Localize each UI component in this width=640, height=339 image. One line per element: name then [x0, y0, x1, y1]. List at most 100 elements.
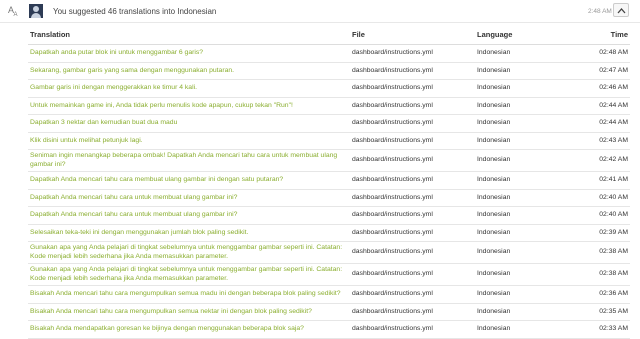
file-cell: dashboard/instructions.yml	[350, 114, 475, 133]
table-header-row: Translation File Language Time	[28, 28, 630, 45]
translation-link[interactable]: Gunakan apa yang Anda pelajari di tingka…	[30, 244, 342, 260]
translation-cell: Dapatkah anda putar blok ini untuk mengg…	[28, 44, 350, 63]
file-cell: dashboard/instructions.yml	[350, 44, 475, 63]
time-cell: 02:38 AM	[565, 241, 630, 264]
translation-cell: Selesaikan teka-teki ini dengan mengguna…	[28, 224, 350, 242]
translation-cell: Untuk memainkan game ini, Anda tidak per…	[28, 97, 350, 115]
translation-link[interactable]: Sekarang, gambar garis yang sama dengan …	[30, 67, 234, 74]
translation-cell: Bisakah Anda mendapatkan goresan ke biji…	[28, 320, 350, 339]
collapse-button[interactable]	[613, 3, 629, 17]
language-cell: Indonesian	[475, 189, 565, 207]
file-cell: dashboard/instructions.yml	[350, 189, 475, 207]
time-cell: 02:42 AM	[565, 149, 630, 172]
chevron-up-icon	[617, 8, 626, 14]
translations-table: Translation File Language Time Dapatkah …	[28, 28, 630, 339]
time-cell: 02:43 AM	[565, 132, 630, 150]
language-cell: Indonesian	[475, 171, 565, 190]
translation-link[interactable]: Seniman ingin menangkap beberapa ombak! …	[30, 152, 337, 168]
table-row: Gambar garis ini dengan menggerakkan ke …	[28, 79, 630, 98]
language-cell: Indonesian	[475, 132, 565, 150]
translation-cell: Dapatkah Anda mencari tahu cara untuk me…	[28, 189, 350, 207]
language-cell: Indonesian	[475, 285, 565, 304]
translation-cell: Klik disini untuk melihat petunjuk lagi.	[28, 132, 350, 150]
table-row: Sekarang, gambar garis yang sama dengan …	[28, 62, 630, 80]
column-header-file: File	[350, 28, 475, 45]
time-cell: 02:35 AM	[565, 303, 630, 321]
translation-link[interactable]: Gunakan apa yang Anda pelajari di tingka…	[30, 266, 342, 282]
translation-link[interactable]: Dapatkah Anda mencari tahu cara untuk me…	[30, 194, 237, 201]
language-cell: Indonesian	[475, 97, 565, 115]
translation-link[interactable]: Bisakah Anda mencari tahu cara mengumpul…	[30, 308, 312, 315]
column-header-time: Time	[565, 28, 630, 45]
table-row: Bisakah Anda mencari tahu cara mengumpul…	[28, 303, 630, 321]
activity-header: AA You suggested 46 translations into In…	[0, 0, 640, 22]
time-cell: 02:40 AM	[565, 206, 630, 225]
time-cell: 02:40 AM	[565, 189, 630, 207]
file-cell: dashboard/instructions.yml	[350, 62, 475, 80]
table-row: Bisakah Anda mencari tahu cara mengumpul…	[28, 285, 630, 304]
time-cell: 02:36 AM	[565, 285, 630, 304]
translation-cell: Bisakah Anda mencari tahu cara mengumpul…	[28, 285, 350, 304]
translation-link[interactable]: Dapatkah Anda mencari tahu cara untuk me…	[30, 211, 237, 218]
table-row: Dapatkan 3 nektar dan kemudian buat dua …	[28, 114, 630, 133]
table-row: Dapatkah Anda mencari tahu cara untuk me…	[28, 189, 630, 207]
time-cell: 02:44 AM	[565, 114, 630, 133]
file-cell: dashboard/instructions.yml	[350, 132, 475, 150]
translation-link[interactable]: Bisakah Anda mencari tahu cara mengumpul…	[30, 290, 341, 297]
translation-cell: Bisakah Anda mencari tahu cara mengumpul…	[28, 303, 350, 321]
table-row: Gunakan apa yang Anda pelajari di tingka…	[28, 241, 630, 264]
language-cell: Indonesian	[475, 62, 565, 80]
language-cell: Indonesian	[475, 241, 565, 264]
time-cell: 02:41 AM	[565, 171, 630, 190]
translation-cell: Gambar garis ini dengan menggerakkan ke …	[28, 79, 350, 98]
translation-link[interactable]: Dapatkah anda putar blok ini untuk mengg…	[30, 49, 203, 56]
translate-icon: AA	[8, 5, 18, 18]
translation-link[interactable]: Untuk memainkan game ini, Anda tidak per…	[30, 102, 293, 109]
language-cell: Indonesian	[475, 114, 565, 133]
table-row: Seniman ingin menangkap beberapa ombak! …	[28, 149, 630, 172]
translation-link[interactable]: Bisakah Anda mendapatkan goresan ke biji…	[30, 325, 304, 332]
time-cell: 02:39 AM	[565, 224, 630, 242]
language-cell: Indonesian	[475, 79, 565, 98]
file-cell: dashboard/instructions.yml	[350, 149, 475, 172]
table-row: Dapatkah Anda mencari tahu cara untuk me…	[28, 206, 630, 225]
table-row: Dapatkah Anda mencari tahu cara membuat …	[28, 171, 630, 190]
translation-link[interactable]: Dapatkah Anda mencari tahu cara membuat …	[30, 176, 283, 183]
table-row: Bisakah Anda mendapatkan goresan ke biji…	[28, 320, 630, 339]
table-row: Selesaikan teka-teki ini dengan mengguna…	[28, 224, 630, 242]
language-cell: Indonesian	[475, 44, 565, 63]
file-cell: dashboard/instructions.yml	[350, 241, 475, 264]
file-cell: dashboard/instructions.yml	[350, 171, 475, 190]
language-cell: Indonesian	[475, 303, 565, 321]
file-cell: dashboard/instructions.yml	[350, 303, 475, 321]
translation-link[interactable]: Klik disini untuk melihat petunjuk lagi.	[30, 137, 143, 144]
divider	[0, 22, 640, 23]
column-header-translation: Translation	[28, 28, 350, 45]
time-cell: 02:33 AM	[565, 320, 630, 339]
translation-cell: Dapatkah Anda mencari tahu cara membuat …	[28, 171, 350, 190]
time-cell: 02:44 AM	[565, 97, 630, 115]
file-cell: dashboard/instructions.yml	[350, 97, 475, 115]
language-cell: Indonesian	[475, 224, 565, 242]
translation-link[interactable]: Dapatkan 3 nektar dan kemudian buat dua …	[30, 119, 177, 126]
language-cell: Indonesian	[475, 206, 565, 225]
table-row: Dapatkah anda putar blok ini untuk mengg…	[28, 44, 630, 63]
activity-headline: You suggested 46 translations into Indon…	[53, 7, 217, 16]
file-cell: dashboard/instructions.yml	[350, 285, 475, 304]
translation-cell: Sekarang, gambar garis yang sama dengan …	[28, 62, 350, 80]
time-cell: 02:47 AM	[565, 62, 630, 80]
activity-time: 2:48 AM	[588, 8, 612, 15]
translation-link[interactable]: Gambar garis ini dengan menggerakkan ke …	[30, 84, 197, 91]
file-cell: dashboard/instructions.yml	[350, 79, 475, 98]
file-cell: dashboard/instructions.yml	[350, 206, 475, 225]
translation-cell: Gunakan apa yang Anda pelajari di tingka…	[28, 241, 350, 264]
language-cell: Indonesian	[475, 320, 565, 339]
file-cell: dashboard/instructions.yml	[350, 320, 475, 339]
translation-link[interactable]: Selesaikan teka-teki ini dengan mengguna…	[30, 229, 248, 236]
file-cell: dashboard/instructions.yml	[350, 224, 475, 242]
translation-cell: Seniman ingin menangkap beberapa ombak! …	[28, 149, 350, 172]
language-cell: Indonesian	[475, 149, 565, 172]
time-cell: 02:38 AM	[565, 263, 630, 286]
translation-cell: Gunakan apa yang Anda pelajari di tingka…	[28, 263, 350, 286]
avatar[interactable]	[29, 4, 43, 18]
